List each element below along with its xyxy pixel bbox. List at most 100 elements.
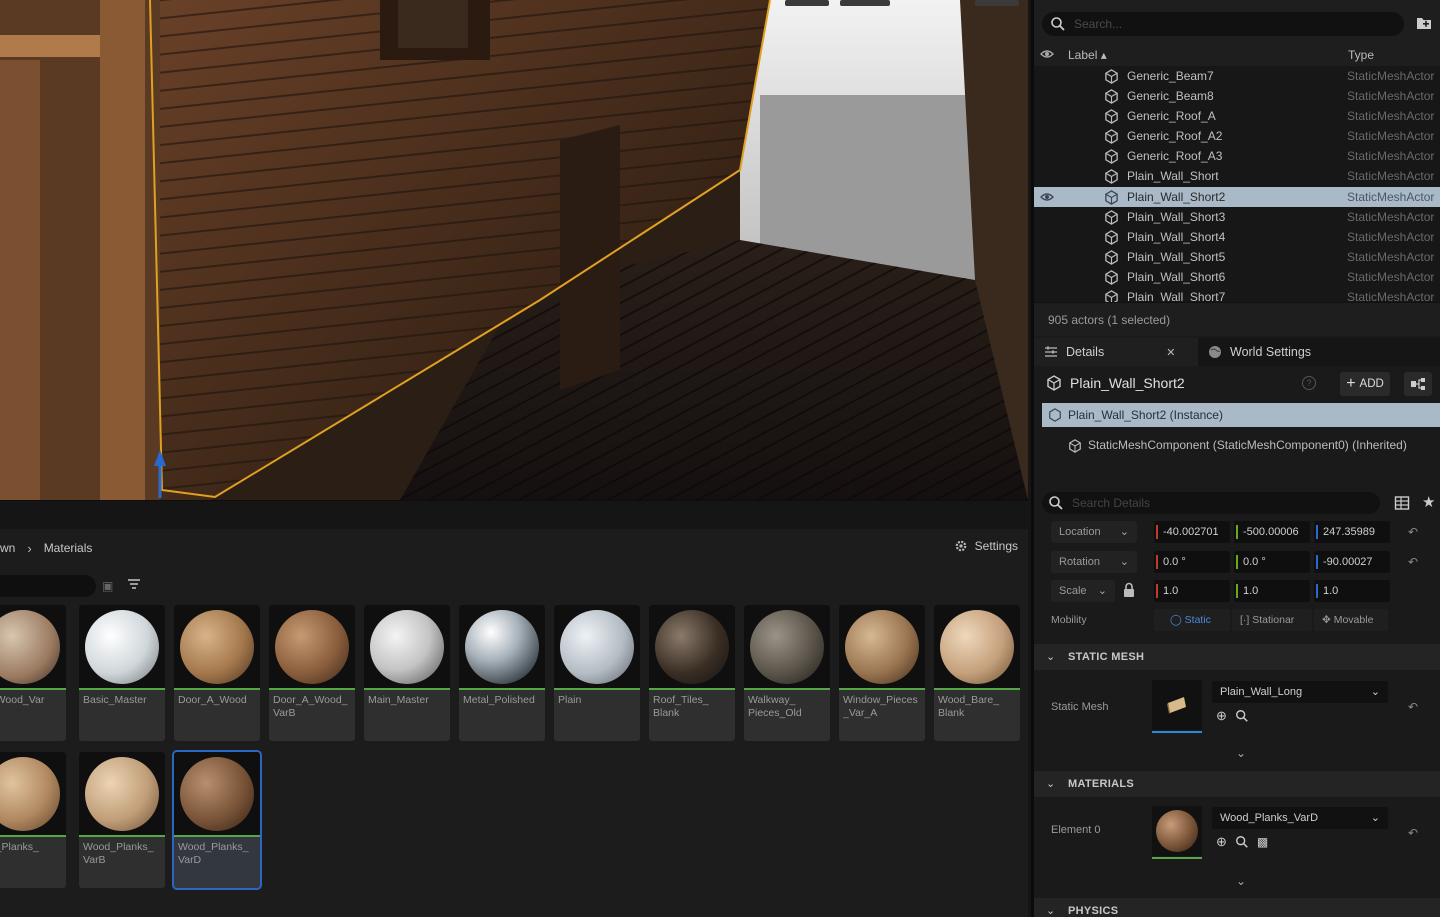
grid-view-icon[interactable] bbox=[1394, 495, 1410, 511]
breadcrumb-parent[interactable]: wn bbox=[0, 541, 15, 555]
outliner-row[interactable]: Plain_Wall_Short2 StaticMeshActor bbox=[1034, 186, 1440, 207]
asset-name: Basic_Master bbox=[83, 694, 147, 706]
browse-search-icon[interactable] bbox=[1235, 835, 1249, 849]
outliner-row[interactable]: Plain_Wall_Short3 StaticMeshActor bbox=[1034, 207, 1440, 227]
material-asset-tile[interactable]: Basic_Master bbox=[79, 605, 165, 741]
material-asset-tile[interactable]: Wood_Planks_ VarB bbox=[79, 752, 165, 888]
mobility-movable-button[interactable]: ✥ Movable bbox=[1314, 609, 1388, 631]
scale-dropdown[interactable]: Scale ⌄ bbox=[1051, 580, 1115, 602]
scale-y-field[interactable]: 1.0 bbox=[1234, 580, 1310, 602]
static-mesh-actor-icon bbox=[1105, 69, 1118, 84]
material-value: Wood_Planks_VarD bbox=[1220, 812, 1319, 824]
chevron-down-icon[interactable]: ⌄ bbox=[1236, 746, 1246, 760]
level-viewport[interactable] bbox=[0, 0, 1028, 500]
outliner-search-placeholder: Search... bbox=[1074, 17, 1123, 31]
material-asset-tile[interactable]: Metal_Polished bbox=[459, 605, 545, 741]
static-mesh-actor-icon bbox=[1105, 270, 1118, 285]
column-type-header[interactable]: Type bbox=[1348, 48, 1374, 62]
details-search-input[interactable]: Search Details bbox=[1042, 492, 1380, 514]
static-mesh-actor-icon bbox=[1105, 149, 1118, 165]
scale-x-field[interactable]: 1.0 bbox=[1154, 580, 1230, 602]
use-selected-icon[interactable]: ⊕ bbox=[1216, 834, 1227, 850]
tab-details[interactable]: Details ✕ bbox=[1034, 338, 1198, 366]
rotation-label: Rotation bbox=[1059, 556, 1100, 568]
material-asset-tile[interactable]: Window_Pieces _Var_A bbox=[839, 605, 925, 741]
outliner-row[interactable]: Generic_Roof_A2 StaticMeshActor bbox=[1034, 126, 1440, 146]
column-label-header[interactable]: Label ▴ bbox=[1068, 48, 1107, 62]
material-asset-tile[interactable]: Door_A_Wood bbox=[174, 605, 260, 741]
browse-search-icon[interactable] bbox=[1235, 709, 1249, 723]
chevron-down-icon[interactable]: ⌄ bbox=[1236, 874, 1246, 888]
filter-icon[interactable] bbox=[126, 576, 142, 592]
lock-icon[interactable] bbox=[1123, 582, 1135, 598]
settings-button[interactable]: Settings bbox=[954, 539, 1018, 553]
static-mesh-thumbnail[interactable] bbox=[1152, 680, 1202, 733]
favorite-star-icon[interactable]: ★ bbox=[1422, 493, 1435, 511]
material-preview-sphere bbox=[85, 756, 159, 831]
actor-type: StaticMeshActor bbox=[1347, 290, 1435, 302]
outliner-row[interactable]: Plain_Wall_Short7 StaticMeshActor bbox=[1034, 287, 1440, 302]
reset-static-mesh-icon[interactable]: ↶ bbox=[1408, 700, 1418, 714]
material-asset-tile[interactable]: e_Wood_Var bbox=[0, 605, 66, 741]
outliner-row[interactable]: Generic_Roof_A3 StaticMeshActor bbox=[1034, 146, 1440, 166]
location-x-field[interactable]: -40.002701 bbox=[1154, 521, 1230, 543]
outliner-row[interactable]: Plain_Wall_Short5 StaticMeshActor bbox=[1034, 247, 1440, 267]
rotation-z-field[interactable]: -90.00027 bbox=[1314, 551, 1390, 573]
location-dropdown[interactable]: Location ⌄ bbox=[1051, 521, 1137, 543]
visibility-eye-icon[interactable] bbox=[1040, 48, 1054, 60]
content-browser: wn › Materials Settings ▣ e_Wood_Var Basi… bbox=[0, 500, 1028, 917]
rotation-y-field[interactable]: 0.0 ° bbox=[1234, 551, 1310, 573]
material-thumbnail[interactable] bbox=[1152, 806, 1202, 859]
use-selected-icon[interactable]: ⊕ bbox=[1216, 708, 1227, 724]
outliner-row[interactable]: Generic_Beam7 StaticMeshActor bbox=[1034, 66, 1440, 86]
outliner-row[interactable]: Generic_Beam8 StaticMeshActor bbox=[1034, 86, 1440, 106]
material-asset-tile[interactable]: Roof_Tiles_ Blank bbox=[649, 605, 735, 741]
section-physics[interactable]: ⌄ PHYSICS bbox=[1034, 898, 1440, 917]
mobility-stationary-button[interactable]: [·] Stationar bbox=[1232, 609, 1312, 631]
location-y-field[interactable]: -500.00006 bbox=[1234, 521, 1310, 543]
outliner-search-input[interactable]: Search... bbox=[1042, 12, 1404, 36]
outliner-row[interactable]: Generic_Roof_A StaticMeshActor bbox=[1034, 106, 1440, 126]
scale-z-field[interactable]: 1.0 bbox=[1314, 580, 1390, 602]
asset-search-input[interactable] bbox=[0, 575, 96, 597]
asset-name: Wood_Bare_ Blank bbox=[938, 694, 1000, 719]
material-asset-tile[interactable]: od_Planks_ oA bbox=[0, 752, 66, 888]
mobility-static-button[interactable]: ◯ Static bbox=[1154, 609, 1230, 631]
component-label: StaticMeshComponent (StaticMeshComponent… bbox=[1088, 438, 1407, 452]
component-instance-row[interactable]: Plain_Wall_Short2 (Instance) bbox=[1042, 403, 1440, 427]
material-asset-tile[interactable]: Walkway_ Pieces_Old bbox=[744, 605, 830, 741]
tab-world-settings[interactable]: World Settings bbox=[1198, 338, 1358, 366]
reset-location-icon[interactable]: ↶ bbox=[1408, 525, 1418, 539]
add-folder-icon[interactable] bbox=[1416, 16, 1432, 30]
section-static-mesh[interactable]: ⌄ STATIC MESH bbox=[1034, 644, 1440, 670]
rotation-x-field[interactable]: 0.0 ° bbox=[1154, 551, 1230, 573]
static-mesh-actor-icon bbox=[1105, 189, 1118, 205]
reset-material-icon[interactable]: ↶ bbox=[1408, 826, 1418, 840]
asset-type-bar bbox=[0, 835, 66, 837]
add-component-button[interactable]: + ADD bbox=[1340, 372, 1390, 396]
outliner-row[interactable]: Plain_Wall_Short6 StaticMeshActor bbox=[1034, 267, 1440, 287]
rotation-dropdown[interactable]: Rotation ⌄ bbox=[1051, 551, 1137, 573]
close-icon[interactable]: ✕ bbox=[1166, 346, 1175, 359]
material-asset-tile[interactable]: Door_A_Wood_ VarB bbox=[269, 605, 355, 741]
actor-name[interactable]: Plain_Wall_Short2 bbox=[1070, 375, 1185, 391]
breadcrumb-current[interactable]: Materials bbox=[44, 541, 93, 555]
reset-rotation-icon[interactable]: ↶ bbox=[1408, 555, 1418, 569]
visibility-eye-icon[interactable] bbox=[1040, 191, 1054, 203]
blueprint-button[interactable] bbox=[1404, 372, 1432, 396]
help-icon[interactable]: ? bbox=[1302, 376, 1316, 390]
outliner-row[interactable]: Plain_Wall_Short StaticMeshActor bbox=[1034, 166, 1440, 186]
static-mesh-picker[interactable]: Plain_Wall_Long ⌄ bbox=[1212, 681, 1388, 703]
outliner-row[interactable]: Plain_Wall_Short4 StaticMeshActor bbox=[1034, 227, 1440, 247]
texture-checker-icon[interactable]: ▩ bbox=[1257, 835, 1268, 849]
material-asset-tile[interactable]: Plain bbox=[554, 605, 640, 741]
material-asset-tile[interactable]: Wood_Bare_ Blank bbox=[934, 605, 1020, 741]
asset-name: Wood_Planks_ VarD bbox=[178, 841, 249, 866]
location-z-field[interactable]: 247.35989 bbox=[1314, 521, 1390, 543]
material-asset-tile[interactable]: Main_Master bbox=[364, 605, 450, 741]
section-materials[interactable]: ⌄ MATERIALS bbox=[1034, 771, 1440, 797]
save-search-icon[interactable]: ▣ bbox=[102, 579, 113, 593]
material-asset-tile[interactable]: Wood_Planks_ VarD bbox=[172, 750, 262, 890]
material-picker[interactable]: Wood_Planks_VarD ⌄ bbox=[1212, 807, 1388, 829]
asset-thumbnail bbox=[839, 605, 925, 688]
